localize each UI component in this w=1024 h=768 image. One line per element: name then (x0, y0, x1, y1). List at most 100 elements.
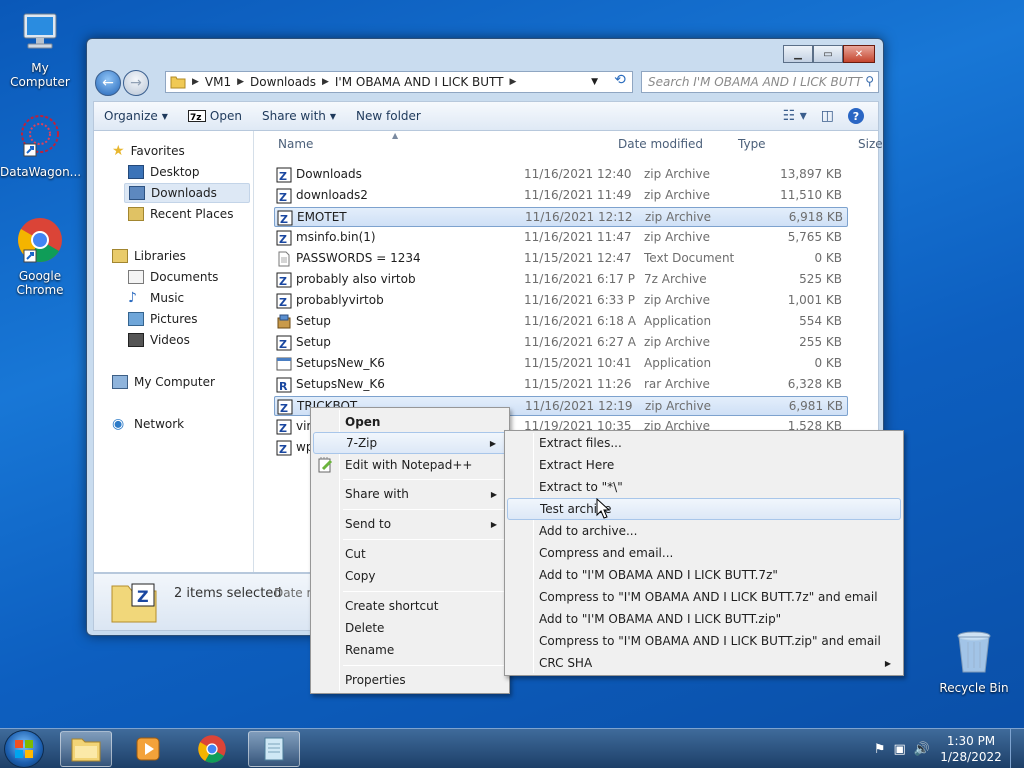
volume-icon[interactable]: 🔊 (914, 742, 930, 757)
column-header-size[interactable]: Size (858, 131, 883, 157)
menu-item-edit-notepadpp[interactable]: Edit with Notepad++ (313, 454, 507, 476)
search-input[interactable]: Search I'M OBAMA AND I LICK BUTT ⚲ (641, 71, 879, 93)
menu-item-add-to-archive[interactable]: Add to archive... (507, 520, 901, 542)
file-row[interactable]: Z Setup 11/16/2021 6:27 AM zip Archive 2… (274, 333, 848, 353)
column-header-date[interactable]: Date modified (618, 131, 703, 157)
breadcrumb-separator-icon[interactable]: ▶ (192, 77, 199, 87)
desktop-icon-my-computer[interactable]: My Computer (0, 8, 80, 89)
menu-label: Share with (345, 487, 409, 501)
menu-item-extract-files[interactable]: Extract files... (507, 432, 901, 454)
menu-item-extract-to[interactable]: Extract to "*\" (507, 476, 901, 498)
menu-item-test-archive[interactable]: Test archive (507, 498, 901, 520)
menu-item-7zip[interactable]: 7-Zip ▶ (313, 432, 507, 454)
search-icon[interactable]: ⚲ (865, 74, 874, 88)
menu-item-cut[interactable]: Cut (313, 543, 507, 565)
menu-item-add-to-zip[interactable]: Add to "I'M OBAMA AND I LICK BUTT.zip" (507, 608, 901, 630)
breadcrumb-separator-icon[interactable]: ▶ (322, 77, 329, 87)
desktop-icon-google-chrome[interactable]: Google Chrome (0, 216, 80, 297)
share-with-button[interactable]: Share with ▼ (252, 109, 346, 123)
file-row[interactable]: Setup 11/16/2021 6:18 AM Application 554… (274, 312, 848, 332)
menu-item-extract-here[interactable]: Extract Here (507, 454, 901, 476)
menu-item-open[interactable]: Open (313, 411, 507, 433)
desktop-icon-datawagon[interactable]: DataWagon... (0, 112, 81, 179)
maximize-button[interactable]: ▭ (813, 45, 843, 63)
menu-item-rename[interactable]: Rename (313, 639, 507, 661)
column-header-type[interactable]: Type (738, 131, 766, 157)
help-icon[interactable]: ? (848, 108, 864, 124)
file-row[interactable]: Z downloads2 11/16/2021 11:49 ... zip Ar… (274, 186, 848, 206)
address-bar[interactable]: ▶ VM1 ▶ Downloads ▶ I'M OBAMA AND I LICK… (165, 71, 633, 93)
nav-desktop[interactable]: Desktop (124, 162, 250, 182)
text-document-icon (278, 251, 290, 267)
file-row[interactable]: Z Downloads 11/16/2021 12:40 ... zip Arc… (274, 165, 848, 185)
file-size: 554 KB (799, 314, 842, 328)
taskbar-media-player-button[interactable] (122, 731, 174, 767)
nav-my-computer[interactable]: My Computer (108, 372, 250, 392)
submenu-arrow-icon: ▶ (490, 489, 497, 499)
preview-pane-icon[interactable]: ◫ (821, 108, 834, 124)
organize-button[interactable]: Organize ▼ (94, 109, 178, 123)
menu-item-send-to[interactable]: Send to ▶ (313, 513, 507, 535)
breadcrumb-separator-icon[interactable]: ▶ (510, 77, 517, 87)
menu-item-crc-sha[interactable]: CRC SHA ▶ (507, 652, 901, 674)
minimize-button[interactable]: ▁ (783, 45, 813, 63)
title-bar[interactable]: ▁ ▭ ✕ (87, 39, 883, 67)
nav-libraries[interactable]: Libraries (108, 246, 250, 266)
file-type: zip Archive (644, 188, 710, 202)
nav-recent-places[interactable]: Recent Places (124, 204, 250, 224)
refresh-button[interactable]: ⟲ (607, 72, 633, 92)
network-icon[interactable]: ▣ (894, 742, 906, 757)
file-date: 11/16/2021 12:40 ... (524, 167, 636, 181)
file-row[interactable]: Z probably also virtob 11/16/2021 6:17 P… (274, 270, 848, 290)
address-history-dropdown-icon[interactable]: ▼ (591, 77, 598, 87)
start-button[interactable] (4, 730, 44, 768)
desktop-icon-recycle-bin[interactable]: Recycle Bin (934, 628, 1014, 695)
menu-separator (343, 539, 505, 540)
menu-item-add-to-7z[interactable]: Add to "I'M OBAMA AND I LICK BUTT.7z" (507, 564, 901, 586)
7zip-archive-icon: Z (276, 272, 292, 288)
column-header-name[interactable]: Name (278, 131, 313, 157)
breadcrumb-separator-icon[interactable]: ▶ (237, 77, 244, 87)
nav-favorites[interactable]: ★ Favorites (108, 141, 250, 161)
datawagon-icon (21, 115, 59, 157)
clock[interactable]: 1:30 PM 1/28/2022 (936, 733, 1006, 765)
nav-videos[interactable]: Videos (124, 330, 250, 350)
nav-downloads[interactable]: Downloads (124, 183, 250, 203)
new-folder-button[interactable]: New folder (346, 109, 431, 123)
menu-item-compress-zip-email[interactable]: Compress to "I'M OBAMA AND I LICK BUTT.z… (507, 630, 901, 652)
back-button[interactable]: ← (95, 70, 121, 96)
breadcrumb-downloads[interactable]: Downloads (250, 75, 316, 89)
nav-network[interactable]: ◉ Network (108, 414, 250, 434)
forward-arrow-icon: → (130, 75, 142, 91)
open-button[interactable]: 7z Open (178, 109, 252, 123)
taskbar-chrome-button[interactable] (186, 731, 238, 767)
file-row-selected[interactable]: Z EMOTET 11/16/2021 12:12 ... zip Archiv… (274, 207, 848, 227)
nav-pictures[interactable]: Pictures (124, 309, 250, 329)
menu-item-copy[interactable]: Copy (313, 565, 507, 587)
file-row[interactable]: Z msinfo.bin(1) 11/16/2021 11:47 ... zip… (274, 228, 848, 248)
breadcrumb-vm1[interactable]: VM1 (205, 75, 231, 89)
nav-music[interactable]: ♪ Music (124, 288, 250, 308)
file-size: 1,001 KB (787, 293, 842, 307)
file-row[interactable]: PASSWORDS = 1234 11/15/2021 12:47 ... Te… (274, 249, 848, 269)
forward-button[interactable]: → (123, 70, 149, 96)
file-row[interactable]: SetupsNew_K6 11/15/2021 10:41 ... Applic… (274, 354, 848, 374)
taskbar-explorer-button[interactable] (60, 731, 112, 767)
menu-item-properties[interactable]: Properties (313, 669, 507, 691)
action-center-flag-icon[interactable]: ⚑ (874, 742, 886, 757)
menu-item-compress-7z-email[interactable]: Compress to "I'M OBAMA AND I LICK BUTT.7… (507, 586, 901, 608)
show-desktop-button[interactable] (1010, 729, 1024, 768)
menu-item-delete[interactable]: Delete (313, 617, 507, 639)
file-row[interactable]: Z probablyvirtob 11/16/2021 6:33 PM zip … (274, 291, 848, 311)
menu-item-compress-and-email[interactable]: Compress and email... (507, 542, 901, 564)
view-options-icon[interactable]: ☷ ▾ (783, 108, 807, 124)
menu-item-create-shortcut[interactable]: Create shortcut (313, 595, 507, 617)
menu-item-share-with[interactable]: Share with ▶ (313, 483, 507, 505)
nav-label: Libraries (134, 249, 186, 263)
breadcrumb-current-folder[interactable]: I'M OBAMA AND I LICK BUTT (335, 75, 504, 89)
taskbar-notepad-button[interactable] (248, 731, 300, 767)
menu-label: Compress and email... (539, 546, 674, 560)
nav-documents[interactable]: Documents (124, 267, 250, 287)
close-button[interactable]: ✕ (843, 45, 875, 63)
file-row[interactable]: R SetupsNew_K6 11/15/2021 11:26 ... rar … (274, 375, 848, 395)
